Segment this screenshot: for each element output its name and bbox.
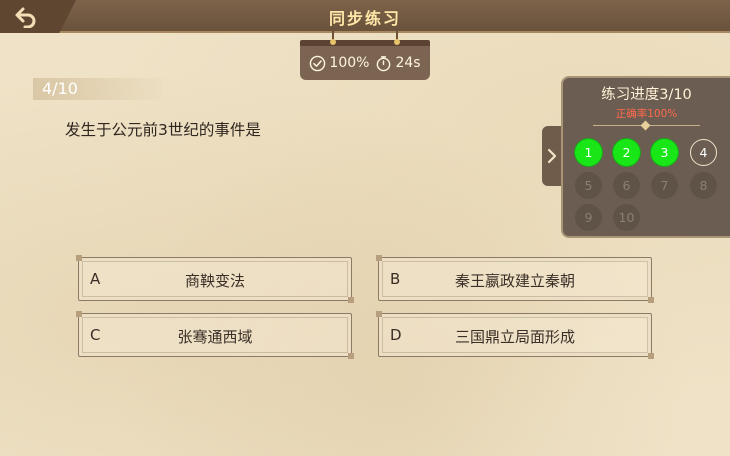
question-nav-1[interactable]: 1 <box>575 139 602 166</box>
time-stat: 24s <box>375 55 421 72</box>
question-nav-8[interactable]: 8 <box>690 172 717 199</box>
back-arrow-icon <box>15 7 36 28</box>
page-title: 同步练习 <box>328 8 401 28</box>
stopwatch-icon <box>377 55 391 71</box>
question-nav-5[interactable]: 5 <box>575 172 602 199</box>
back-button[interactable] <box>0 0 76 33</box>
option-label: 秦王嬴政建立秦朝 <box>454 272 575 290</box>
collapse-panel-button[interactable] <box>542 126 562 186</box>
top-bar: 同步练习 <box>0 0 730 33</box>
question-nav-10[interactable]: 10 <box>613 204 640 231</box>
chevron-right-icon <box>547 148 557 164</box>
option-label: 三国鼎立局面形成 <box>454 328 575 346</box>
option-b[interactable]: B 秦王嬴政建立秦朝 <box>376 255 654 303</box>
question-nav-4[interactable]: 4 <box>690 139 717 166</box>
sign-nail-right <box>394 39 400 45</box>
option-c[interactable]: C 张骞通西域 <box>76 311 354 359</box>
option-label: 张骞通西域 <box>177 328 253 346</box>
sign-nail-left <box>330 39 336 45</box>
accuracy-stat: 100% <box>309 55 369 72</box>
question-nav-6[interactable]: 6 <box>613 172 640 199</box>
question-nav-9[interactable]: 9 <box>575 204 602 231</box>
progress-title: 练习进度3/10 <box>601 87 692 103</box>
check-circle-icon <box>310 55 326 71</box>
question-nav-2[interactable]: 2 <box>613 139 640 166</box>
accuracy-rate: 正确率100% <box>615 108 678 120</box>
accuracy-value: 100% <box>329 55 370 71</box>
time-value: 24s <box>395 55 421 71</box>
option-d[interactable]: D 三国鼎立局面形成 <box>376 311 654 359</box>
question-nav-7[interactable]: 7 <box>651 172 678 199</box>
question-text: 发生于公元前3世纪的事件是 <box>65 121 261 139</box>
progress-panel: 练习进度3/10 正确率100% 1 2 3 4 5 6 7 8 9 10 <box>561 76 730 238</box>
question-nav-3[interactable]: 3 <box>651 139 678 166</box>
question-number: 4/10 <box>33 78 163 100</box>
option-a[interactable]: A 商鞅变法 <box>76 255 354 303</box>
option-label: 商鞅变法 <box>184 272 245 290</box>
stats-sign: 100% 24s <box>300 40 430 80</box>
divider-ornament <box>640 120 651 131</box>
